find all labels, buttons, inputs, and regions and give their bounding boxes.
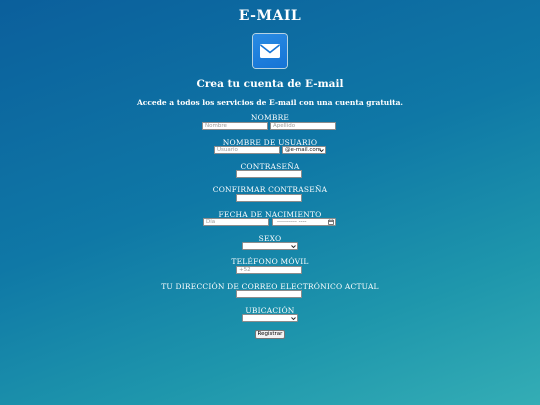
birth-day-input[interactable]: Día: [203, 218, 269, 226]
signup-page: E-MAIL Crea tu cuenta de E-mail Accede a…: [0, 0, 540, 405]
username-input[interactable]: Usuario: [214, 146, 280, 154]
register-button[interactable]: Registrar: [255, 330, 285, 339]
page-title: E-MAIL: [238, 8, 302, 24]
birthdate-picker[interactable]: ---------- ----: [272, 218, 336, 226]
mobile-label: TELÉFONO MÓVIL: [231, 257, 309, 266]
envelope-icon: [253, 34, 287, 68]
confirm-password-label: CONFIRMAR CONTRASEÑA: [212, 185, 328, 194]
sex-select[interactable]: [242, 242, 298, 250]
password-input[interactable]: [236, 170, 302, 178]
domain-select-value: @e-mail.com: [285, 147, 322, 153]
first-name-input[interactable]: Nombre: [202, 122, 268, 130]
confirm-password-input[interactable]: [236, 194, 302, 202]
domain-select[interactable]: @e-mail.com: [282, 146, 326, 154]
current-email-input[interactable]: [236, 290, 302, 298]
form-subtitle: Crea tu cuenta de E-mail: [196, 78, 344, 90]
chevron-down-icon: [319, 149, 324, 153]
birthdate-placeholder: ---------- ----: [277, 219, 307, 225]
mobile-input[interactable]: +52: [236, 266, 302, 274]
chevron-down-icon: [291, 317, 296, 321]
calendar-icon[interactable]: [328, 219, 334, 225]
form-tagline: Accede a todos los servicios de E-mail c…: [136, 98, 404, 107]
chevron-down-icon: [291, 245, 296, 249]
last-name-input[interactable]: Apellido: [270, 122, 336, 130]
location-select[interactable]: [242, 314, 298, 322]
birthdate-label: FECHA DE NACIMIENTO: [218, 210, 322, 219]
name-label: NOMBRE: [250, 113, 290, 122]
